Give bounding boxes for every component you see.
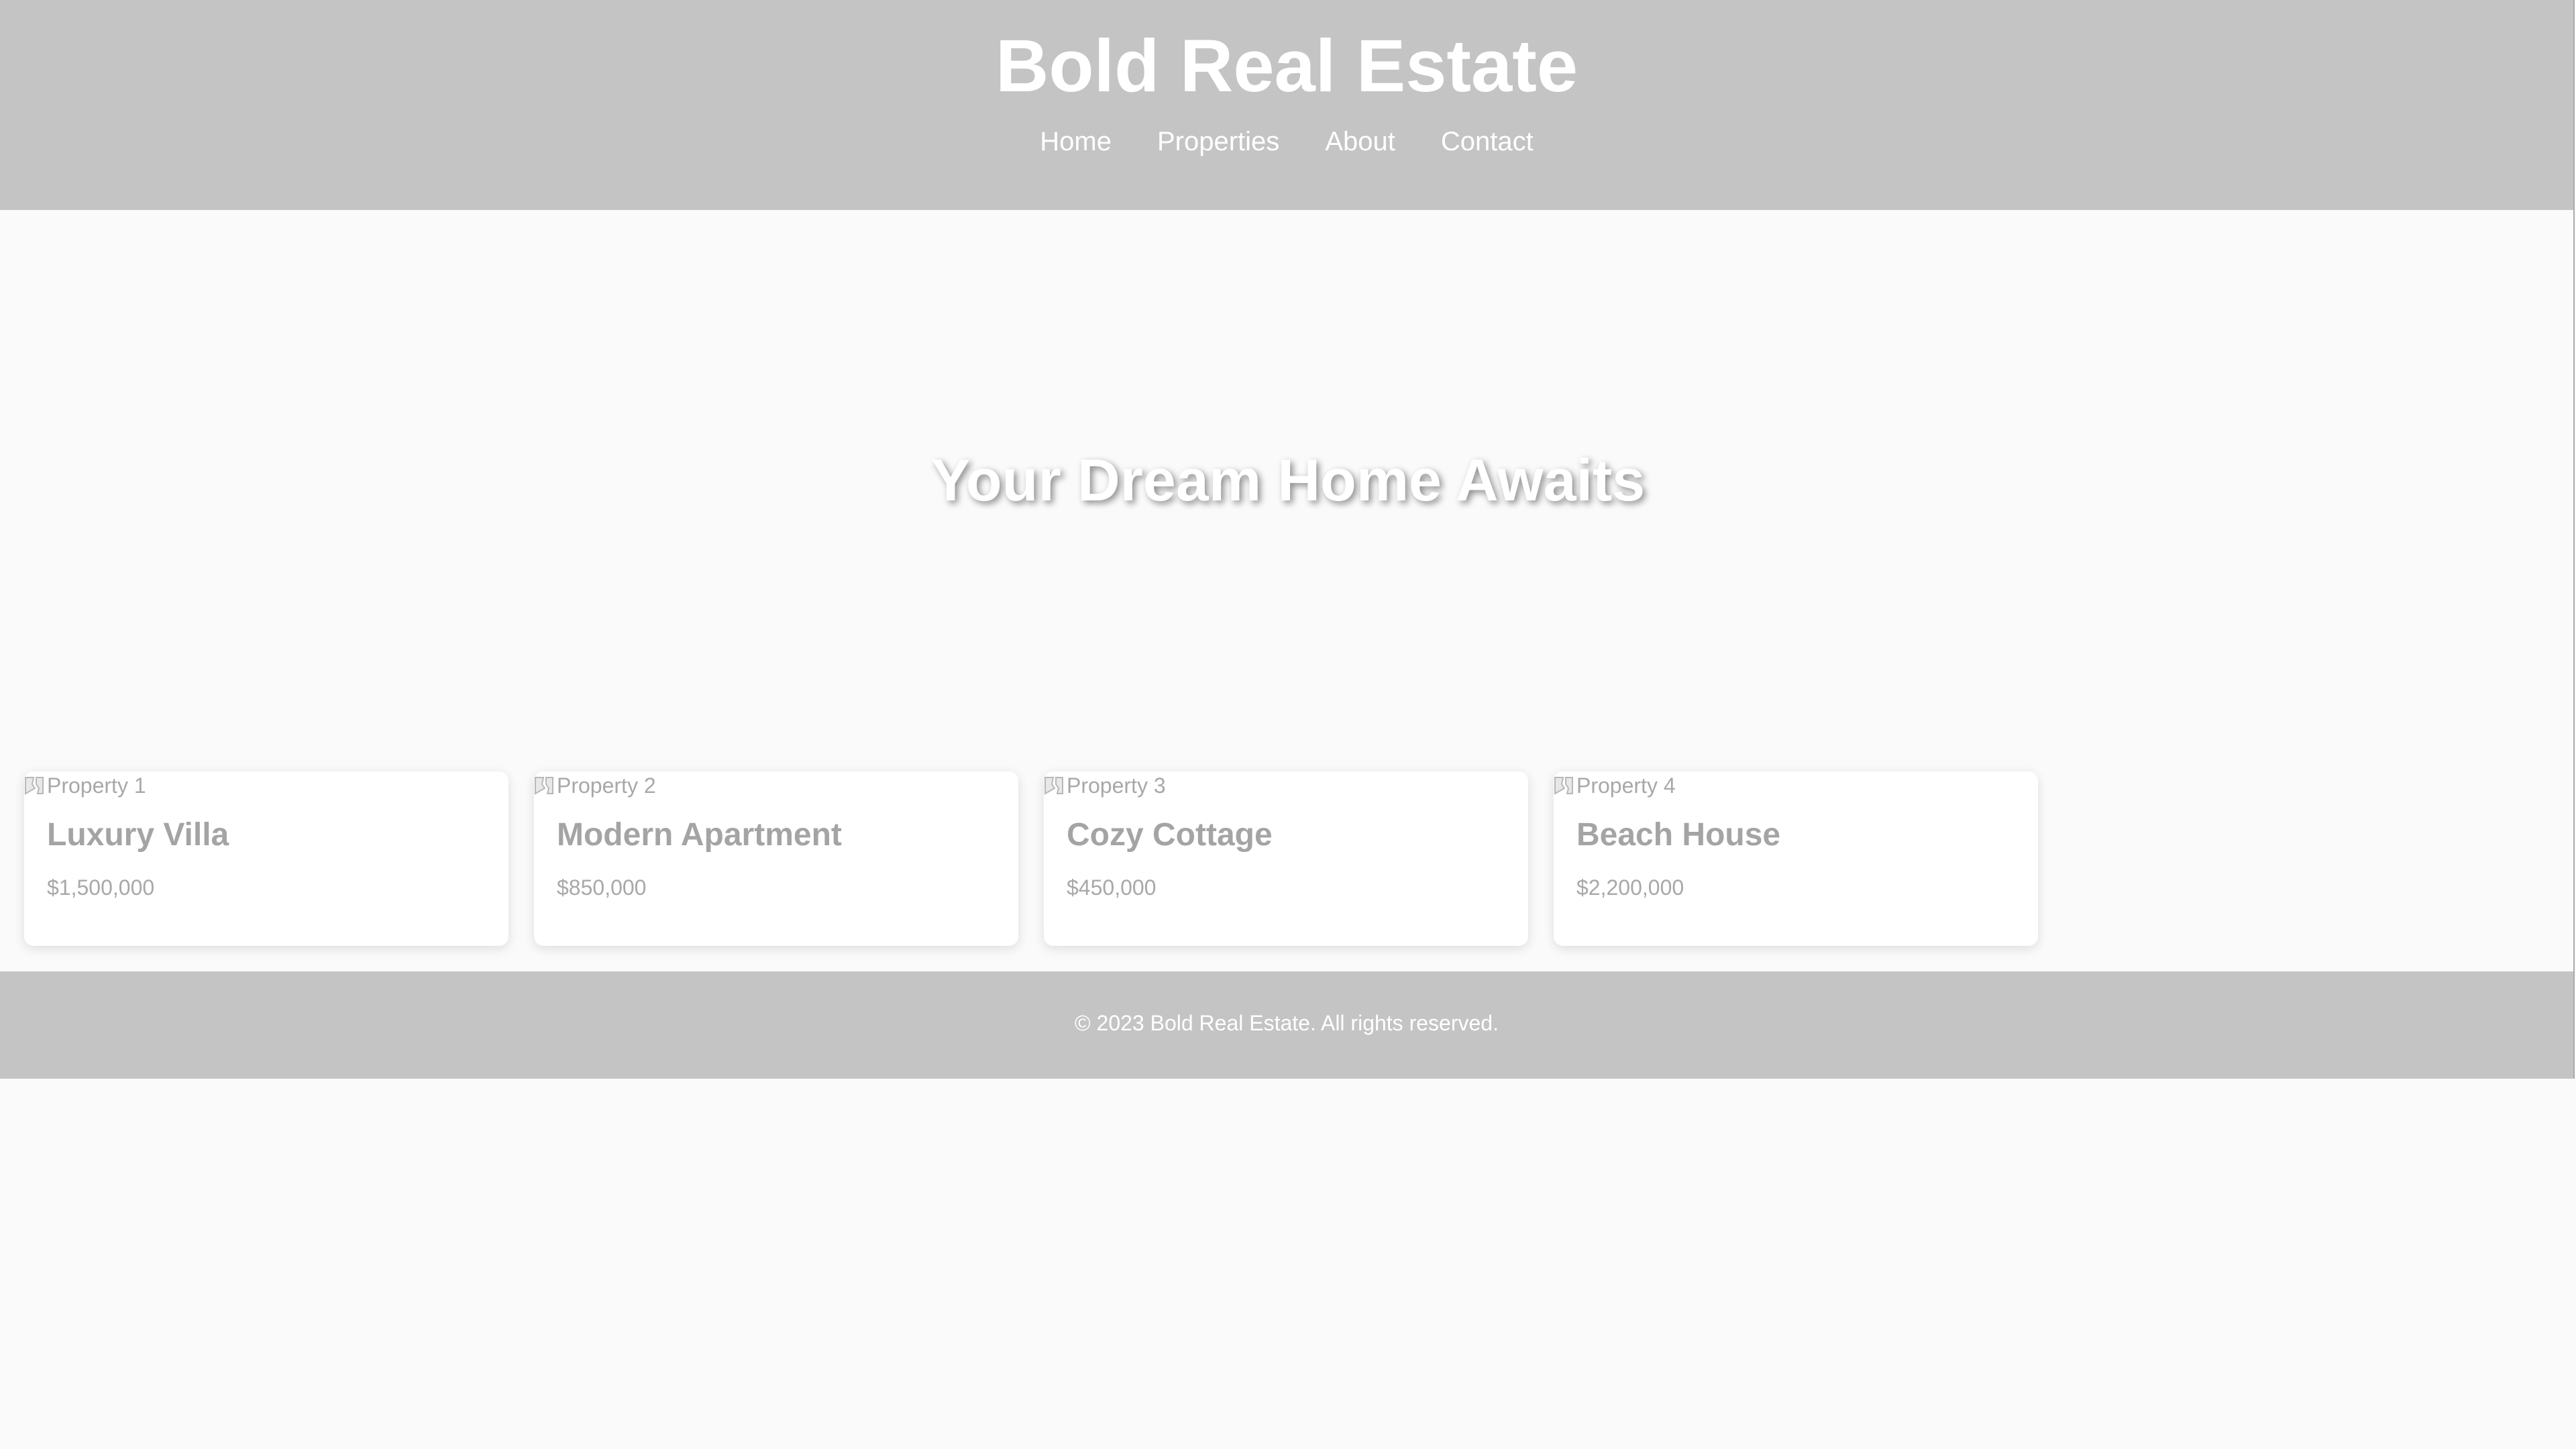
broken-image-icon — [534, 775, 554, 796]
property-image-alt: Property 4 — [1576, 773, 1676, 798]
property-price: $850,000 — [557, 875, 647, 900]
property-card[interactable]: Property 4 Beach House $2,200,000 — [1554, 771, 2038, 946]
property-price: $450,000 — [1067, 875, 1157, 900]
page-edge-divider — [2573, 0, 2575, 1079]
site-footer: © 2023 Bold Real Estate. All rights rese… — [0, 971, 2573, 1079]
property-image: Property 1 — [24, 771, 146, 800]
property-image: Property 3 — [1044, 771, 1166, 800]
property-title: Modern Apartment — [557, 817, 842, 853]
property-card[interactable]: Property 1 Luxury Villa $1,500,000 — [24, 771, 508, 946]
property-grid: Property 1 Luxury Villa $1,500,000 Prope… — [24, 771, 2038, 946]
property-image: Property 4 — [1554, 771, 1676, 800]
property-card[interactable]: Property 3 Cozy Cottage $450,000 — [1044, 771, 1528, 946]
property-image-alt: Property 3 — [1067, 773, 1166, 798]
site-header: Bold Real Estate Home Properties About C… — [0, 0, 2573, 210]
property-title: Beach House — [1576, 817, 1781, 853]
property-image-alt: Property 1 — [47, 773, 146, 798]
hero-section: Your Dream Home Awaits — [0, 210, 2576, 747]
nav-link-properties[interactable]: Properties — [1134, 125, 1302, 158]
hero-heading: Your Dream Home Awaits — [930, 447, 1646, 513]
footer-copyright: © 2023 Bold Real Estate. All rights rese… — [1075, 1011, 1499, 1035]
property-title: Cozy Cottage — [1067, 817, 1273, 853]
main-nav: Home Properties About Contact — [0, 125, 2573, 158]
site-title: Bold Real Estate — [995, 25, 1578, 107]
property-price: $1,500,000 — [47, 875, 155, 900]
broken-image-icon — [1554, 775, 1574, 796]
property-card[interactable]: Property 2 Modern Apartment $850,000 — [534, 771, 1018, 946]
property-image-alt: Property 2 — [557, 773, 656, 798]
nav-link-home[interactable]: Home — [1017, 125, 1134, 158]
nav-link-contact[interactable]: Contact — [1418, 125, 1556, 158]
broken-image-icon — [1044, 775, 1064, 796]
property-price: $2,200,000 — [1576, 875, 1684, 900]
property-image: Property 2 — [534, 771, 656, 800]
nav-link-about[interactable]: About — [1302, 125, 1418, 158]
broken-image-icon — [24, 775, 44, 796]
property-title: Luxury Villa — [47, 817, 229, 853]
